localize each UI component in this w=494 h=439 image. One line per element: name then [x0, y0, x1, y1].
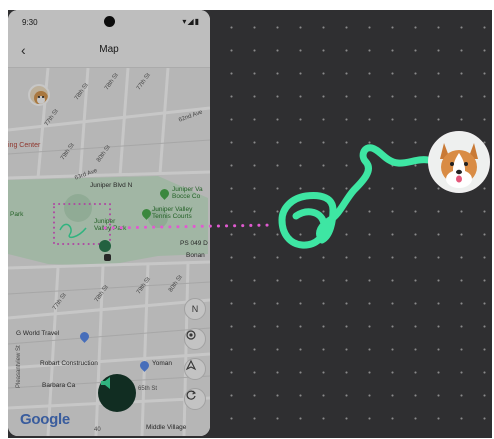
green-scribble-path	[278, 144, 432, 249]
dog-face-icon	[430, 133, 488, 191]
pink-dotted-connector	[103, 223, 277, 230]
dog-avatar[interactable]	[428, 131, 490, 193]
trail-overlay	[103, 144, 432, 249]
